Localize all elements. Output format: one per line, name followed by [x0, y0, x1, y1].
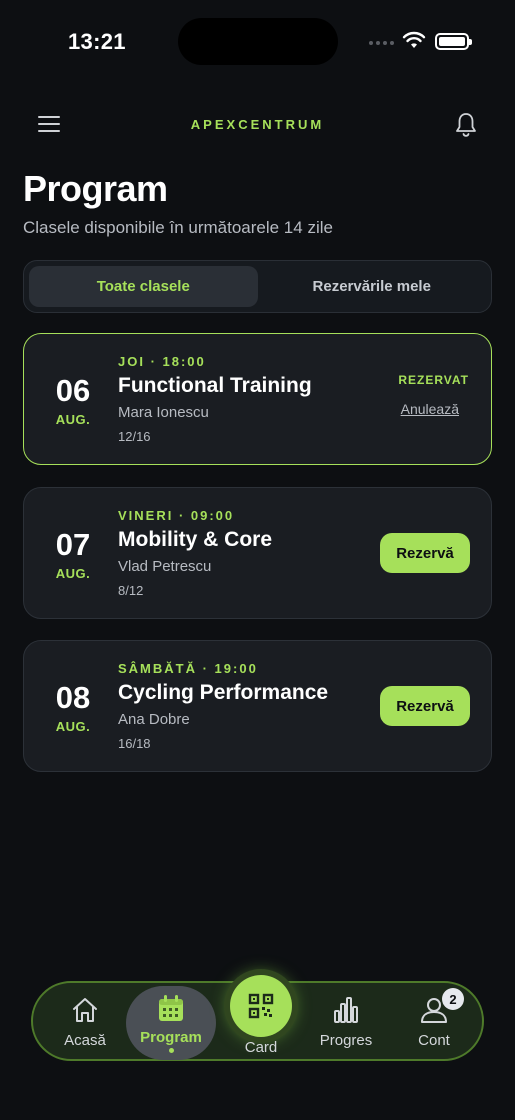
active-indicator-dot: [168, 1048, 174, 1053]
class-trainer: Ana Dobre: [118, 711, 190, 728]
cellular-signal-icon: [369, 41, 394, 45]
class-card-booked[interactable]: 06 AUG. JOI · 18:00 Functional Training …: [23, 333, 492, 465]
notification-badge: 2: [442, 988, 464, 1010]
app-screen: 13:21 APEXCENTRUM Program Clasele dispon…: [0, 0, 515, 1120]
date-day: 07: [55, 527, 91, 562]
class-spots: 8/12: [118, 583, 144, 598]
home-icon: [73, 997, 97, 1022]
calendar-icon: [159, 995, 183, 1021]
cancel-booking-link[interactable]: Anulează: [401, 401, 459, 417]
class-date: 07 AUG.: [42, 527, 104, 582]
book-class-button[interactable]: Rezervă: [380, 533, 470, 573]
date-day: 06: [55, 373, 91, 408]
tab-my-bookings[interactable]: Rezervările mele: [258, 266, 487, 307]
status-time: 13:21: [68, 29, 126, 54]
class-date: 08 AUG.: [42, 680, 104, 735]
class-name: Mobility & Core: [118, 528, 273, 551]
page-subtitle: Clasele disponibile în următoarele 14 zi…: [23, 218, 333, 237]
nav-item-home[interactable]: Acasă: [43, 983, 127, 1059]
nav-item-program[interactable]: Program: [126, 986, 216, 1060]
class-trainer: Mara Ionescu: [118, 404, 209, 421]
class-info: JOI · 18:00 Functional Training Mara Ion…: [118, 354, 312, 444]
class-time: SÂMBĂTĂ · 19:00: [118, 661, 258, 676]
wifi-icon: [402, 31, 426, 48]
class-name: Cycling Performance: [118, 681, 329, 704]
class-trainer: Vlad Petrescu: [118, 558, 212, 575]
class-time: JOI · 18:00: [118, 354, 206, 369]
battery-icon: [435, 33, 472, 50]
class-card[interactable]: 08 AUG. SÂMBĂTĂ · 19:00 Cycling Performa…: [23, 640, 492, 772]
class-name: Functional Training: [118, 374, 312, 397]
class-spots: 12/16: [118, 429, 151, 444]
class-spots: 16/18: [118, 736, 151, 751]
class-card[interactable]: 07 AUG. VINERI · 09:00 Mobility & Core V…: [23, 487, 492, 619]
tab-all-classes[interactable]: Toate clasele: [29, 266, 258, 307]
nav-label: Program: [140, 1029, 202, 1046]
book-class-button[interactable]: Rezervă: [380, 686, 470, 726]
dynamic-island: [178, 18, 338, 65]
class-info: SÂMBĂTĂ · 19:00 Cycling Performance Ana …: [118, 661, 328, 751]
nav-label: Acasă: [64, 1031, 106, 1049]
date-month: AUG.: [55, 412, 91, 427]
brand-title: APEXCENTRUM: [190, 117, 325, 132]
bar-chart-icon: [334, 996, 358, 1023]
nav-item-card[interactable]: [230, 975, 292, 1037]
bell-icon[interactable]: [453, 111, 479, 139]
date-month: AUG.: [55, 719, 91, 734]
nav-item-progress[interactable]: Progres: [304, 983, 388, 1059]
nav-label: Progres: [319, 1031, 373, 1049]
class-filter-tabs: Toate clasele Rezervările mele: [23, 260, 492, 313]
nav-label: Cont: [418, 1031, 450, 1049]
class-time: VINERI · 09:00: [118, 508, 235, 523]
class-info: VINERI · 09:00 Mobility & Core Vlad Petr…: [118, 508, 272, 598]
booked-status-badge: REZERVAT: [398, 373, 469, 387]
class-date: 06 AUG.: [42, 373, 104, 428]
date-day: 08: [55, 680, 91, 715]
qr-code-icon: [248, 993, 274, 1019]
bottom-nav: Acasă Program Card Progres Cont 2: [31, 975, 484, 1061]
date-month: AUG.: [55, 566, 91, 581]
page-title: Program: [23, 168, 168, 209]
nav-label-card: Card: [244, 1039, 278, 1056]
